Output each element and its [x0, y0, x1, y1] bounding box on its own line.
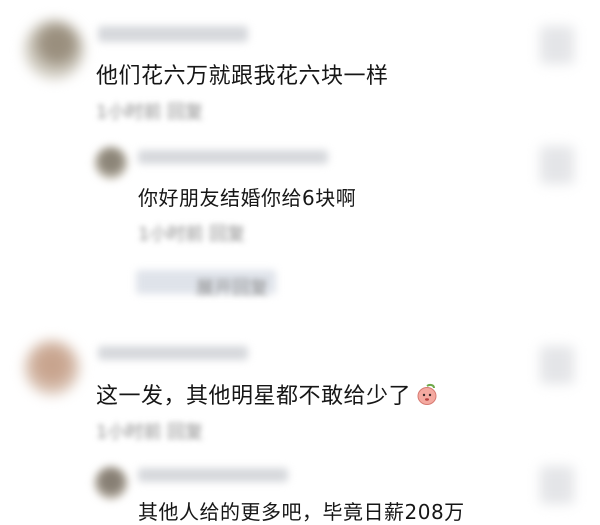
expand-replies-link[interactable]: 展开回复: [196, 274, 268, 300]
like-icon[interactable]: [540, 146, 574, 184]
reply-meta[interactable]: 1小时前 回复: [138, 220, 245, 246]
comment-text: 这一发，其他明星都不敢给少了: [96, 378, 439, 410]
peach-face-icon: [415, 382, 439, 406]
like-icon[interactable]: [540, 26, 574, 64]
avatar[interactable]: [24, 20, 84, 80]
avatar[interactable]: [94, 146, 128, 180]
reply-text: 你好朋友结婚你给6块啊: [138, 186, 357, 210]
comment-text-content: 这一发，其他明星都不敢给少了: [96, 384, 412, 409]
username-redacted[interactable]: [98, 26, 248, 42]
comment-text: 他们花六万就跟我花六块一样: [96, 64, 389, 89]
comment-meta[interactable]: 1小时前 回复: [96, 418, 203, 444]
avatar[interactable]: [94, 466, 128, 500]
avatar[interactable]: [24, 340, 80, 396]
username-redacted[interactable]: [98, 346, 248, 360]
comment-meta[interactable]: 1小时前 回复: [96, 98, 203, 124]
like-icon[interactable]: [540, 466, 574, 504]
username-redacted[interactable]: [138, 150, 328, 164]
like-icon[interactable]: [540, 346, 574, 384]
username-redacted[interactable]: [138, 468, 288, 482]
